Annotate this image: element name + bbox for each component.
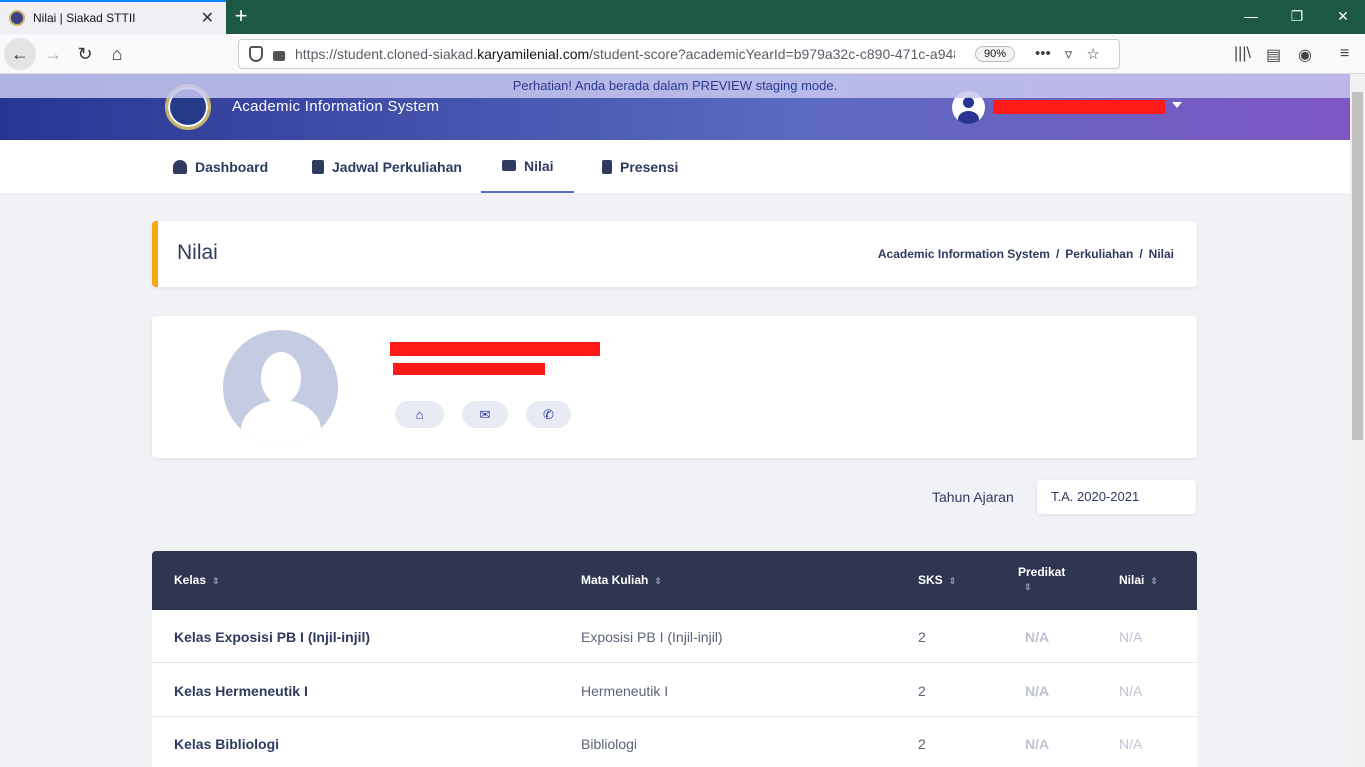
- breadcrumb-separator: /: [1139, 247, 1143, 261]
- page-title: Nilai: [177, 241, 218, 264]
- cell-nilai: N/A: [1119, 629, 1143, 645]
- restore-icon[interactable]: ❐: [1274, 0, 1320, 34]
- tab-title: Nilai | Siakad STTII: [33, 11, 136, 25]
- menu-label: Presensi: [620, 158, 679, 175]
- cell-kelas: Kelas Hermeneutik I: [174, 683, 308, 699]
- library-icon[interactable]: |||\: [1234, 45, 1251, 63]
- clipboard-icon: [602, 159, 612, 174]
- cell-nilai: N/A: [1119, 736, 1143, 752]
- more-actions-icon[interactable]: •••: [1035, 45, 1051, 63]
- tab-close-icon[interactable]: ✕: [201, 8, 214, 28]
- new-tab-icon[interactable]: +: [228, 4, 254, 30]
- breadcrumb-item[interactable]: Academic Information System: [878, 247, 1050, 261]
- cell-nilai: N/A: [1119, 683, 1143, 699]
- sort-icon: ⇕: [212, 576, 220, 586]
- sort-icon: ⇕: [654, 576, 662, 586]
- menu-dashboard[interactable]: Dashboard: [173, 140, 268, 193]
- cell-kelas: Kelas Exposisi PB I (Injil-injil): [174, 629, 371, 645]
- page-scrollbar[interactable]: [1350, 74, 1365, 767]
- bookmark-star-icon[interactable]: ☆: [1086, 45, 1099, 63]
- window-close-icon[interactable]: ✕: [1320, 0, 1365, 34]
- chevron-down-icon[interactable]: [1172, 102, 1182, 108]
- menu-label: Jadwal Perkuliahan: [332, 158, 462, 175]
- academic-year-label: Tahun Ajaran: [932, 489, 1014, 505]
- home-button[interactable]: ⌂: [395, 401, 444, 428]
- cell-predikat: N/A: [1025, 736, 1050, 752]
- sort-icon: ⇕: [948, 576, 957, 586]
- zoom-badge[interactable]: 90%: [975, 46, 1016, 62]
- cell-mata-kuliah: Exposisi PB I (Injil-injil): [581, 629, 723, 645]
- tachometer-icon: [173, 159, 187, 174]
- email-button[interactable]: ✉: [462, 401, 508, 428]
- browser-tab-bar: Nilai | Siakad STTII ✕ + — ❐ ✕: [0, 0, 1365, 34]
- profile-avatar: [223, 330, 338, 445]
- cell-predikat: N/A: [1025, 683, 1050, 699]
- breadcrumb: Academic Information System / Perkuliaha…: [878, 247, 1174, 261]
- academic-year-select[interactable]: T.A. 2020-2021: [1037, 480, 1196, 514]
- calendar-icon: [312, 159, 324, 174]
- app-title: Academic Information System: [232, 98, 440, 115]
- cell-kelas: Kelas Bibliologi: [174, 736, 280, 752]
- menu-presensi[interactable]: Presensi: [602, 140, 678, 193]
- col-sks[interactable]: SKS ⇕: [918, 573, 956, 587]
- table-row[interactable]: Kelas Hermeneutik I Hermeneutik I 2 N/A …: [152, 664, 1197, 717]
- home-icon: ⌂: [415, 407, 424, 422]
- browser-nav-bar: ← → ↻ ⌂ https://student.cloned-siakad.ka…: [0, 34, 1365, 74]
- back-icon[interactable]: ←: [4, 38, 36, 70]
- envelope-icon: ✉: [479, 406, 491, 422]
- sort-icon: ⇕: [1150, 576, 1158, 586]
- book-icon: [502, 160, 516, 171]
- lock-icon[interactable]: [273, 51, 285, 61]
- menu-jadwal-perkuliahan[interactable]: Jadwal Perkuliahan: [312, 140, 462, 193]
- url-bar[interactable]: https://student.cloned-siakad.karyamilen…: [238, 39, 1120, 69]
- sidebar-icon[interactable]: ▤: [1266, 45, 1281, 65]
- cell-sks: 2: [918, 683, 926, 699]
- phone-button[interactable]: ✆: [526, 401, 571, 428]
- col-mata-kuliah[interactable]: Mata Kuliah ⇕: [581, 573, 662, 587]
- profile-card: ⌂ ✉ ✆: [152, 316, 1197, 458]
- main-menu: Dashboard Jadwal Perkuliahan Nilai Prese…: [0, 140, 1350, 193]
- table-row[interactable]: Kelas Exposisi PB I (Injil-injil) Exposi…: [152, 610, 1197, 663]
- site-favicon-icon: [9, 10, 25, 26]
- reload-icon[interactable]: ↻: [69, 38, 101, 70]
- forward-icon[interactable]: →: [37, 38, 69, 70]
- phone-icon: ✆: [543, 406, 554, 422]
- table-row[interactable]: Kelas Bibliologi Bibliologi 2 N/A N/A: [152, 717, 1197, 767]
- menu-icon[interactable]: ≡: [1340, 45, 1349, 63]
- page-content: Academic Information System Perhatian! A…: [0, 74, 1350, 767]
- title-card: Nilai Academic Information System / Perk…: [152, 221, 1197, 287]
- cell-mata-kuliah: Bibliologi: [581, 736, 638, 752]
- shield-icon[interactable]: [249, 46, 263, 62]
- home-icon[interactable]: ⌂: [101, 38, 133, 70]
- cell-sks: 2: [918, 736, 926, 752]
- cell-mata-kuliah: Hermeneutik I: [581, 683, 669, 699]
- grades-table: Kelas ⇕ Mata Kuliah ⇕ SKS ⇕ Predikat ⇕ Nilai…: [152, 551, 1197, 767]
- student-id-redacted: [393, 363, 545, 375]
- user-name-redacted[interactable]: [993, 100, 1165, 114]
- browser-tab[interactable]: Nilai | Siakad STTII ✕: [0, 0, 226, 34]
- breadcrumb-item[interactable]: Perkuliahan: [1065, 247, 1133, 261]
- col-nilai[interactable]: Nilai ⇕: [1119, 573, 1158, 587]
- menu-nilai[interactable]: Nilai: [481, 140, 574, 193]
- table-header: Kelas ⇕ Mata Kuliah ⇕ SKS ⇕ Predikat ⇕ Nilai…: [152, 551, 1197, 610]
- col-kelas[interactable]: Kelas ⇕: [174, 573, 220, 587]
- pocket-icon[interactable]: ▿: [1065, 45, 1073, 63]
- menu-label: Nilai: [524, 157, 554, 174]
- cell-sks: 2: [918, 629, 926, 645]
- breadcrumb-separator: /: [1055, 247, 1060, 261]
- account-icon[interactable]: ◉: [1298, 45, 1312, 65]
- scrollbar-thumb[interactable]: [1352, 92, 1363, 440]
- preview-notice: Perhatian! Anda berada dalam PREVIEW sta…: [0, 74, 1350, 98]
- student-name-redacted: [390, 342, 600, 356]
- breadcrumb-item: Nilai: [1148, 247, 1174, 261]
- minimize-icon[interactable]: —: [1228, 0, 1274, 34]
- cell-predikat: N/A: [1025, 629, 1050, 645]
- sort-icon: ⇕: [1024, 582, 1032, 592]
- menu-label: Dashboard: [195, 158, 269, 175]
- url-text[interactable]: https://student.cloned-siakad.karyamilen…: [295, 46, 955, 62]
- col-predikat[interactable]: Predikat ⇕: [1018, 565, 1078, 593]
